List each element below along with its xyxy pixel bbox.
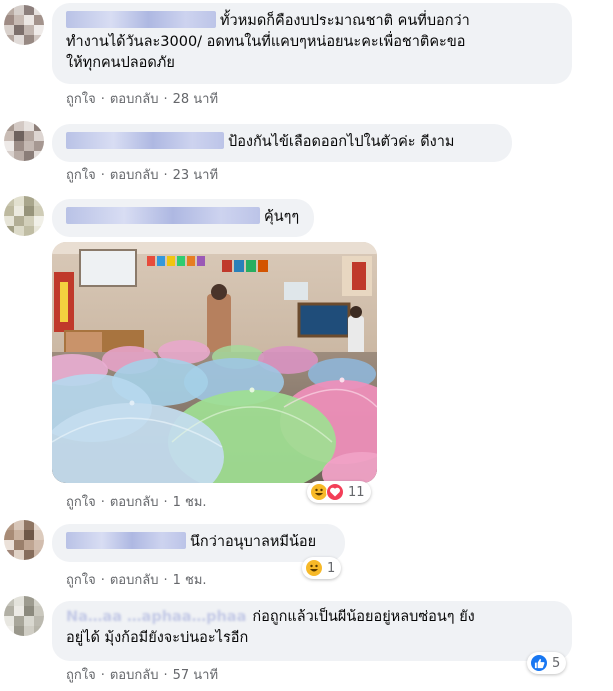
classroom-mosquito-nets-photo	[52, 242, 377, 483]
reply-link[interactable]: ตอบกลับ	[110, 495, 159, 510]
haha-icon	[305, 559, 323, 577]
avatar[interactable]	[4, 196, 44, 236]
timestamp[interactable]: 23 นาที	[173, 168, 218, 183]
avatar[interactable]	[4, 121, 44, 161]
separator: ·	[100, 573, 105, 588]
commenter-name[interactable]	[66, 532, 186, 549]
reaction-summary[interactable]: 5	[527, 652, 567, 674]
reaction-summary[interactable]: 1	[302, 557, 342, 579]
like-link[interactable]: ถูกใจ	[66, 495, 96, 510]
comment-text-line: Na…aa …aphaa…phaa ก่อถูกแล้วเป็นผีน้อยอยู…	[66, 609, 475, 625]
separator: ·	[163, 92, 168, 107]
comment-bubble: Na…aa …aphaa…phaa ก่อถูกแล้วเป็นผีน้อยอยู…	[52, 601, 572, 661]
separator: ·	[100, 668, 105, 683]
reaction-count: 5	[552, 655, 561, 671]
comment-text-line: ทั้วหมดก็คืองบประมาณชาติ คนที่บอกว่า	[66, 11, 558, 32]
commenter-name[interactable]	[66, 207, 260, 224]
comment-bubble: คุ้นๆๆ	[52, 199, 314, 237]
like-link[interactable]: ถูกใจ	[66, 668, 96, 683]
comment-bubble: นึกว่าอนุบาลหมีน้อย	[52, 524, 345, 562]
avatar[interactable]	[4, 5, 44, 45]
separator: ·	[100, 92, 105, 107]
like-link[interactable]: ถูกใจ	[66, 168, 96, 183]
comment-text-line: อยู่ได้ มุ้งก้อมียังจะบ่นอะไรอีก	[66, 630, 249, 646]
timestamp[interactable]: 28 นาที	[173, 92, 218, 107]
avatar[interactable]	[4, 520, 44, 560]
commenter-name[interactable]: Na…aa …aphaa…phaa	[66, 609, 246, 625]
comment-text-line: คุ้นๆๆ	[66, 207, 300, 228]
reply-link[interactable]: ตอบกลับ	[110, 168, 159, 183]
like-link[interactable]: ถูกใจ	[66, 573, 96, 588]
commenter-name[interactable]	[66, 11, 216, 28]
comment-text-line: ป้องกันไข้เลือดออกไปในตัวค่ะ ดีงาม	[66, 132, 498, 153]
comment-actions: ถูกใจ · ตอบกลับ · 1 ชม.	[66, 569, 207, 590]
reply-link[interactable]: ตอบกลับ	[110, 668, 159, 683]
separator: ·	[100, 168, 105, 183]
separator: ·	[163, 168, 168, 183]
comment-text-line: ทำงานได้วันละ3000/ อดทนในที่แคบๆหน่อยนะค…	[66, 34, 466, 50]
separator: ·	[163, 668, 168, 683]
comment-actions: ถูกใจ · ตอบกลับ · 23 นาที	[66, 164, 218, 185]
love-icon	[326, 483, 344, 501]
timestamp[interactable]: 57 นาที	[173, 668, 218, 683]
reply-link[interactable]: ตอบกลับ	[110, 573, 159, 588]
comment-actions: ถูกใจ · ตอบกลับ · 57 นาที	[66, 664, 218, 685]
commenter-name[interactable]	[66, 132, 224, 149]
timestamp[interactable]: 1 ชม.	[173, 573, 207, 588]
comment-bubble: ป้องกันไข้เลือดออกไปในตัวค่ะ ดีงาม	[52, 124, 512, 162]
reply-link[interactable]: ตอบกลับ	[110, 92, 159, 107]
comment-actions: ถูกใจ · ตอบกลับ · 1 ชม.	[66, 491, 207, 512]
comment-text-line: นึกว่าอนุบาลหมีน้อย	[66, 532, 331, 553]
comment-bubble: ทั้วหมดก็คืองบประมาณชาติ คนที่บอกว่า ทำง…	[52, 3, 572, 84]
like-link[interactable]: ถูกใจ	[66, 92, 96, 107]
comment-text-line: ให้ทุกคนปลอดภัย	[66, 55, 175, 71]
separator: ·	[163, 573, 168, 588]
like-icon	[530, 654, 548, 672]
comment-photo[interactable]	[52, 242, 377, 483]
timestamp[interactable]: 1 ชม.	[173, 495, 207, 510]
reaction-count: 1	[327, 560, 336, 576]
separator: ·	[100, 495, 105, 510]
reaction-count: 11	[348, 484, 365, 500]
separator: ·	[163, 495, 168, 510]
reaction-summary[interactable]: 11	[307, 481, 371, 503]
comment-actions: ถูกใจ · ตอบกลับ · 28 นาที	[66, 88, 218, 109]
avatar[interactable]	[4, 596, 44, 636]
